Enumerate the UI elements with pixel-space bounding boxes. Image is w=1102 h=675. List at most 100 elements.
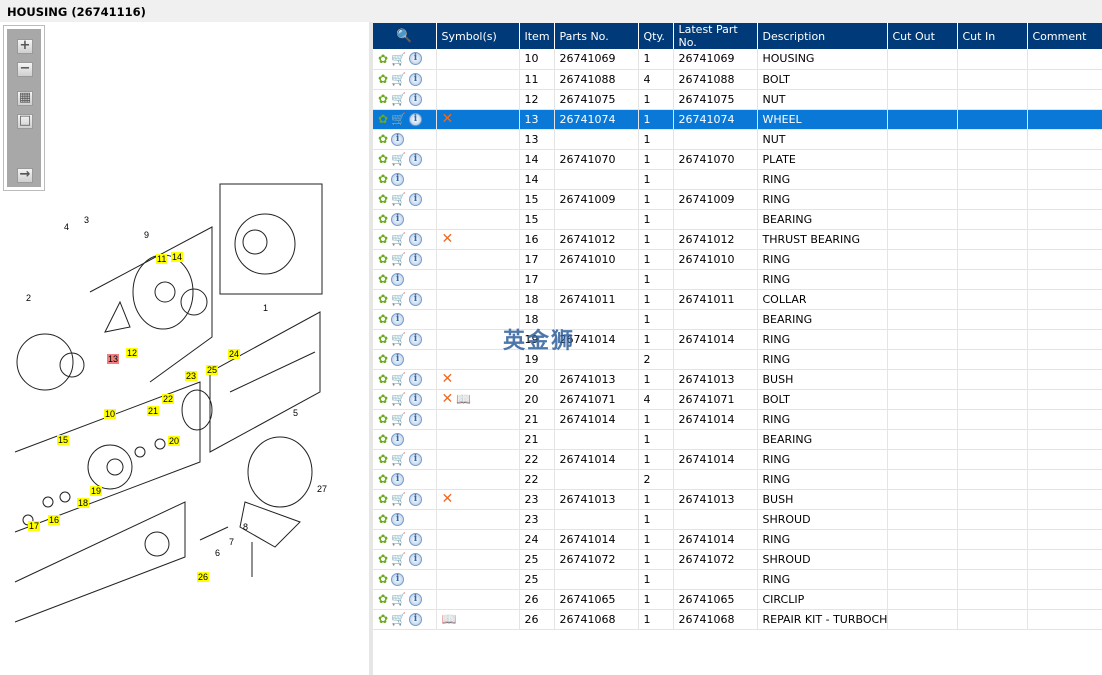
table-row[interactable]: ✿ 🛒 i ✕ 16 26741012 1 26741012 THRUST BEARING [373,229,1102,250]
cart-icon[interactable]: 🛒 [391,292,406,306]
callout[interactable]: 24 [228,349,241,359]
info-icon[interactable]: i [391,472,405,486]
column-header[interactable]: Description [757,23,888,49]
info-icon[interactable]: i [409,612,423,626]
table-row[interactable]: ✿ i 23 1 SHROUD [373,509,1102,530]
gear-icon[interactable]: ✿ [378,532,388,546]
table-row[interactable]: ✿ 🛒 i 12 26741075 1 26741075 NUT [373,89,1102,110]
diagram-panel[interactable]: + − ▦ □ → 4 3 9 11 14 2 1 13 12 24 23 25… [0,22,369,675]
gear-icon[interactable]: ✿ [378,212,388,226]
gear-icon[interactable]: ✿ [378,192,388,206]
gear-icon[interactable]: ✿ [378,312,388,326]
table-row[interactable]: ✿ i 15 1 BEARING [373,209,1102,230]
info-icon[interactable]: i [409,192,423,206]
gear-icon[interactable]: ✿ [378,152,388,166]
cart-icon[interactable]: 🛒 [391,192,406,206]
gear-icon[interactable]: ✿ [378,272,388,286]
callout[interactable]: 26 [197,572,210,582]
gear-icon[interactable]: ✿ [378,472,388,486]
cart-icon[interactable]: 🛒 [391,492,406,506]
callout[interactable]: 12 [126,348,139,358]
table-row[interactable]: ✿ 🛒 i ✕ 20 26741013 1 26741013 BUSH [373,369,1102,390]
cart-icon[interactable]: 🛒 [391,52,406,66]
gear-icon[interactable]: ✿ [378,492,388,506]
cart-icon[interactable]: 🛒 [391,152,406,166]
cart-icon[interactable]: 🛒 [391,372,406,386]
cart-icon[interactable]: 🛒 [391,452,406,466]
column-header-search[interactable]: 🔍 [373,23,437,49]
callout[interactable]: 3 [83,215,90,225]
callout[interactable]: 11 [156,254,168,264]
gear-icon[interactable]: ✿ [378,132,388,146]
info-icon[interactable]: i [409,232,423,246]
callout[interactable]: 14 [171,252,184,262]
search-parts-icon[interactable]: 🔍 [378,29,431,44]
callout[interactable]: 17 [28,521,41,531]
gear-icon[interactable]: ✿ [378,512,388,526]
gear-icon[interactable]: ✿ [378,52,388,66]
table-row[interactable]: ✿ 🛒 i 14 26741070 1 26741070 PLATE [373,149,1102,170]
export-icon[interactable]: → [17,168,33,183]
cart-icon[interactable]: 🛒 [391,252,406,266]
table-row[interactable]: ✿ 🛒 i 18 26741011 1 26741011 COLLAR [373,289,1102,310]
exploded-parts-diagram[interactable] [0,182,369,642]
table-row[interactable]: ✿ i 17 1 RING [373,269,1102,290]
callout[interactable]: 16 [48,515,61,525]
callout-selected[interactable]: 13 [107,354,120,364]
table-row[interactable]: ✿ i 13 1 NUT [373,129,1102,150]
gear-icon[interactable]: ✿ [378,552,388,566]
info-icon[interactable]: i [409,552,423,566]
gear-icon[interactable]: ✿ [378,412,388,426]
info-icon[interactable]: i [409,592,423,606]
callout[interactable]: 9 [143,230,150,240]
info-icon[interactable]: i [409,252,423,266]
gear-icon[interactable]: ✿ [378,72,388,86]
info-icon[interactable]: i [391,132,405,146]
info-icon[interactable]: i [391,432,405,446]
callout[interactable]: 7 [228,537,235,547]
table-row[interactable]: ✿ 🛒 i 15 26741009 1 26741009 RING [373,189,1102,210]
table-row[interactable]: ✿ i 22 2 RING [373,469,1102,490]
column-header[interactable]: Qty. [638,23,674,49]
info-icon[interactable]: i [409,372,423,386]
info-icon[interactable]: i [409,52,423,66]
column-header[interactable]: Comment [1027,23,1102,49]
info-icon[interactable]: i [409,92,423,106]
zoom-out-icon[interactable]: − [17,62,33,77]
callout[interactable]: 6 [214,548,221,558]
callout[interactable]: 21 [147,406,160,416]
zoom-in-icon[interactable]: + [17,39,33,54]
table-row[interactable]: ✿ 🛒 i 25 26741072 1 26741072 SHROUD [373,549,1102,570]
table-row[interactable]: ✿ 🛒 i ✕ 📖 20 26741071 4 26741071 BOLT [373,389,1102,410]
info-icon[interactable]: i [391,272,405,286]
table-row[interactable]: ✿ i 21 1 BEARING [373,429,1102,450]
callout[interactable]: 23 [185,371,198,381]
column-header[interactable]: Parts No. [554,23,639,49]
table-row[interactable]: ✿ i 18 1 BEARING [373,309,1102,330]
gear-icon[interactable]: ✿ [378,332,388,346]
cart-icon[interactable]: 🛒 [391,92,406,106]
info-icon[interactable]: i [409,492,423,506]
gear-icon[interactable]: ✿ [378,572,388,586]
callout[interactable]: 25 [206,365,219,375]
table-row[interactable]: ✿ 🛒 i 11 26741088 4 26741088 BOLT [373,69,1102,90]
column-header[interactable]: Latest Part No. [673,23,758,49]
gear-icon[interactable]: ✿ [378,352,388,366]
column-header[interactable]: Symbol(s) [436,23,520,49]
info-icon[interactable]: i [391,572,405,586]
info-icon[interactable]: i [409,452,423,466]
callout[interactable]: 27 [316,484,328,494]
cart-icon[interactable]: 🛒 [391,592,406,606]
info-icon[interactable]: i [409,72,423,86]
book-search-icon[interactable]: 📖 [456,392,471,406]
cart-icon[interactable]: 🛒 [391,612,406,626]
table-row[interactable]: ✿ i 25 1 RING [373,569,1102,590]
cart-icon[interactable]: 🛒 [391,72,406,86]
info-icon[interactable]: i [409,152,423,166]
callout[interactable]: 22 [162,394,175,404]
gear-icon[interactable]: ✿ [378,292,388,306]
info-icon[interactable]: i [391,312,405,326]
info-icon[interactable]: i [409,332,423,346]
book-search-icon[interactable]: 📖 [442,612,457,626]
cart-icon[interactable]: 🛒 [391,552,406,566]
